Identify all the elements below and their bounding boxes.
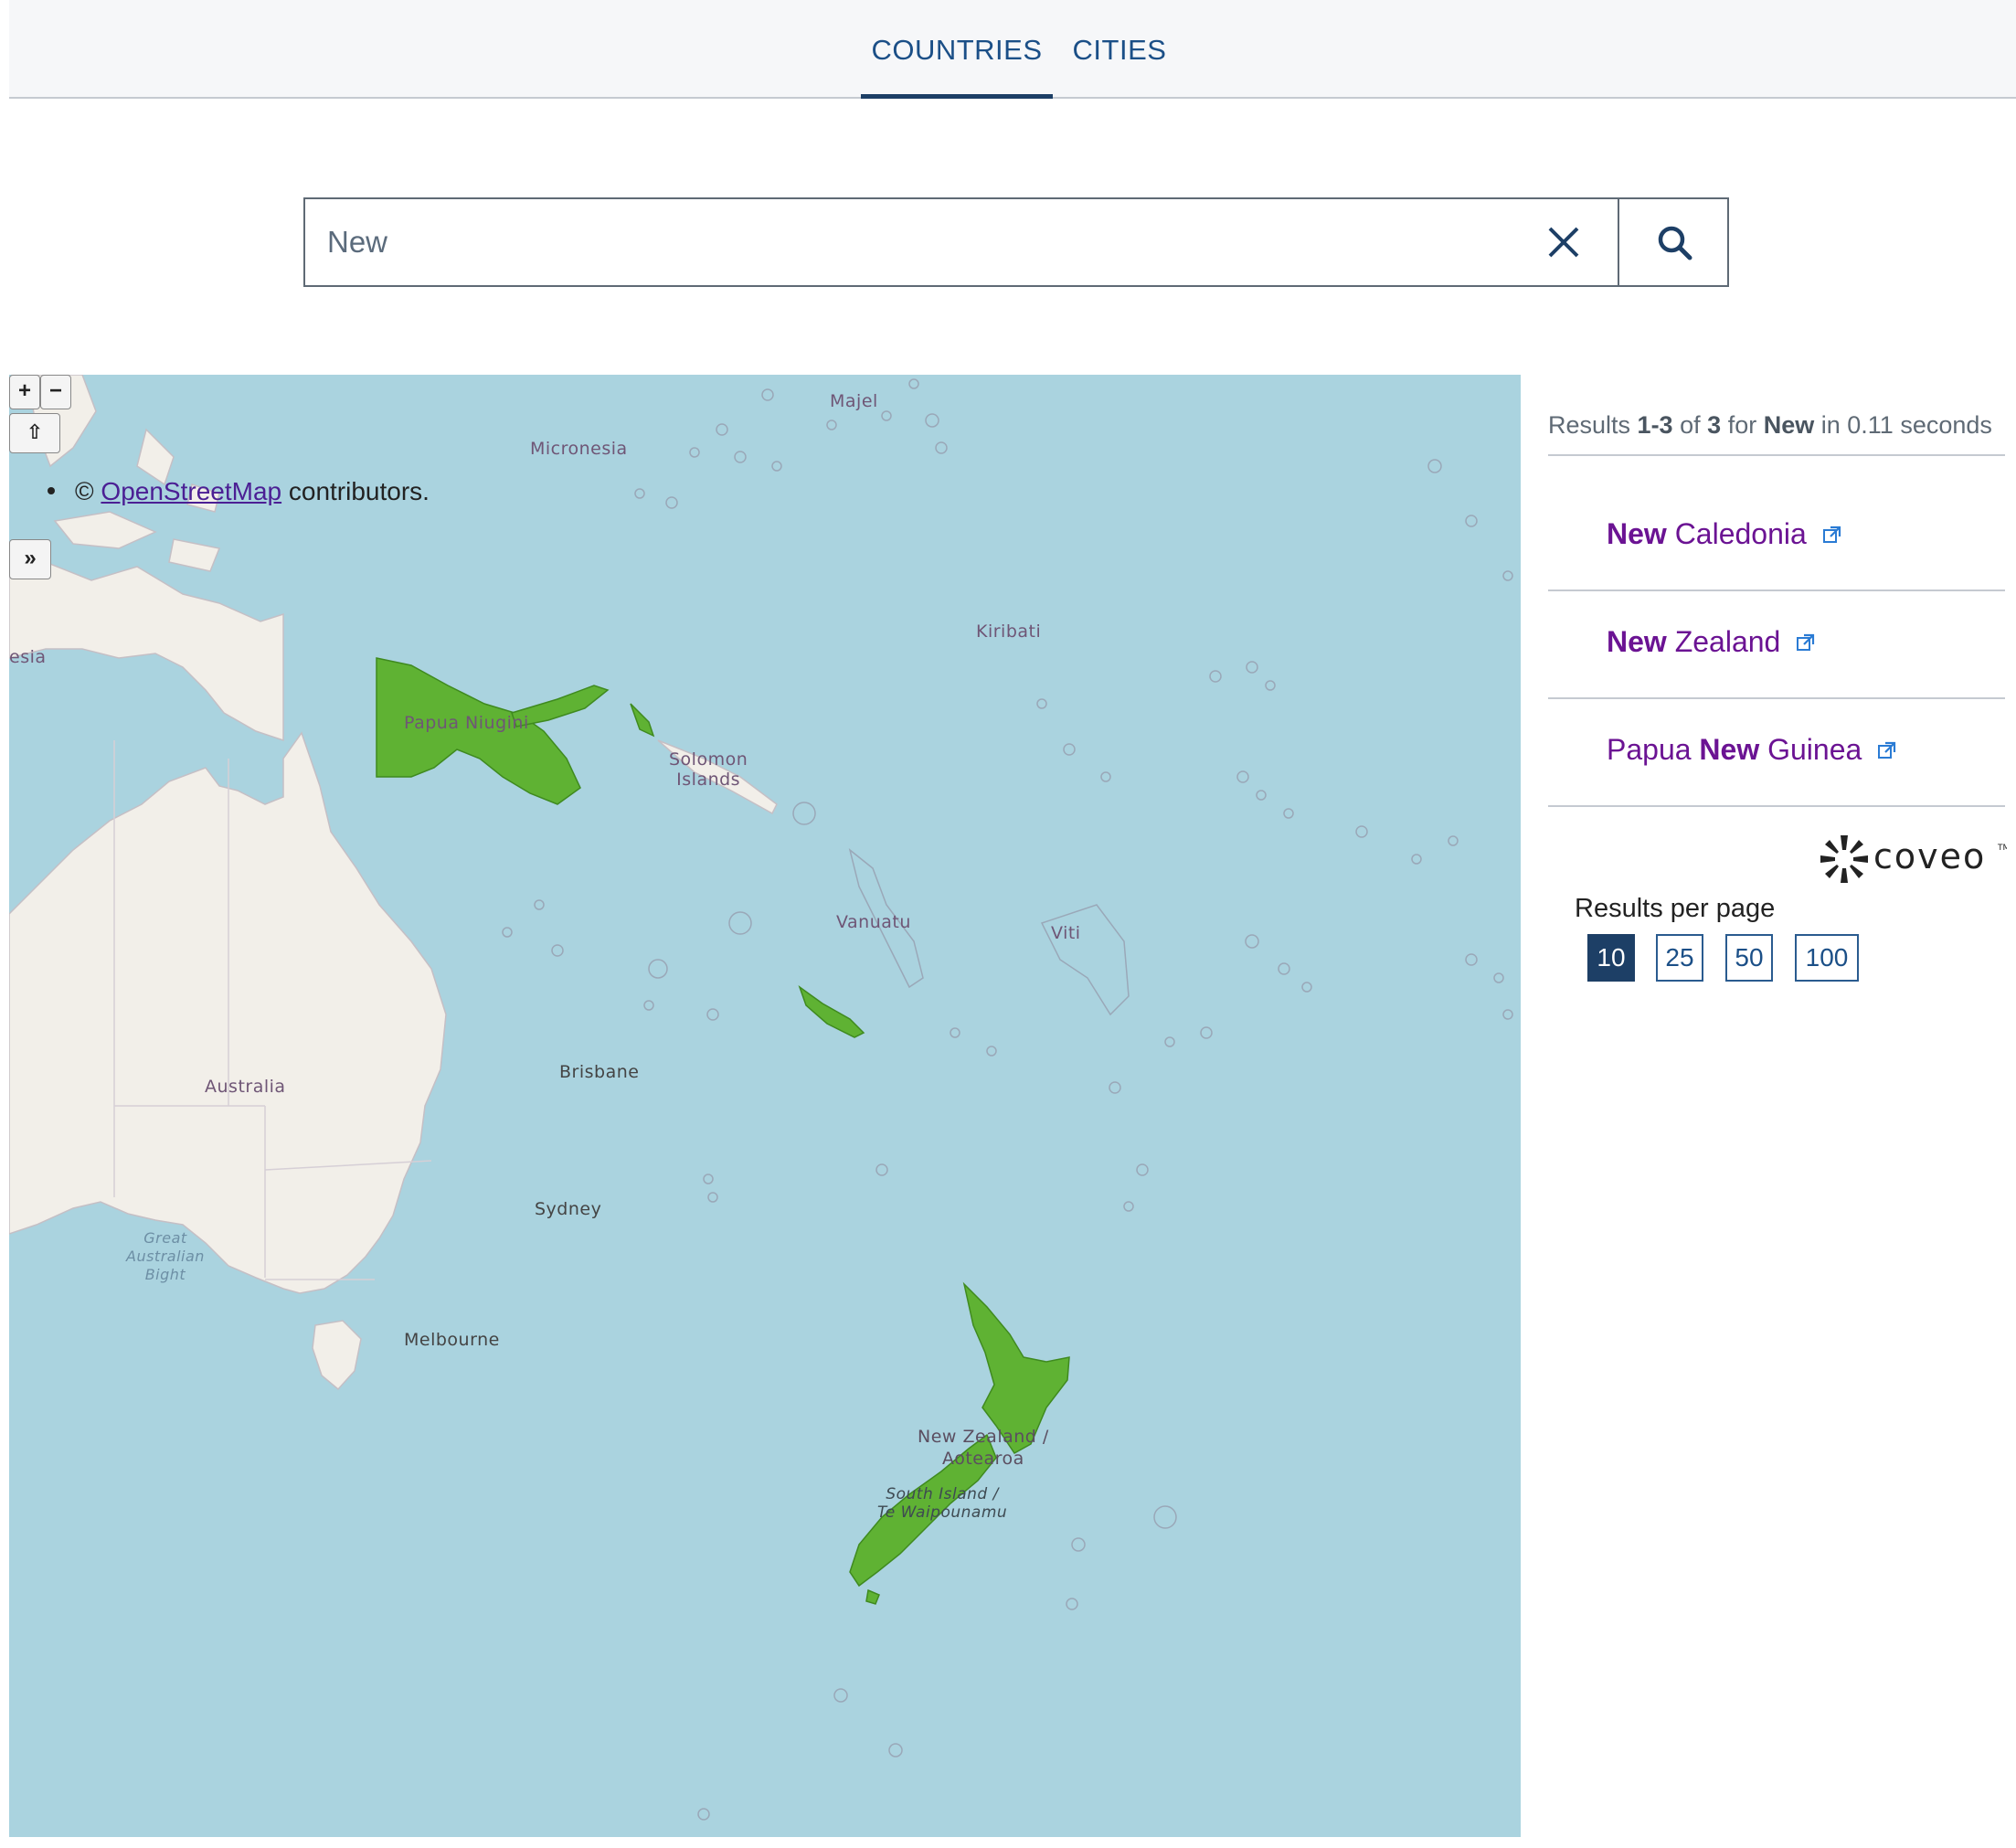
label-sydney: Sydney [535,1199,602,1219]
tasmania [312,1320,362,1391]
label-great-australian-bight: Great Australian Bight [126,1229,205,1283]
tab-cities[interactable]: CITIES [1069,0,1170,97]
divider [1548,589,2005,591]
copyright-symbol: © [75,477,94,505]
australia-landmass [9,731,447,1294]
svg-text:coveo: coveo [1873,836,1986,876]
expand-button[interactable]: » [9,539,51,579]
svg-text:TM: TM [1997,844,2007,853]
label-melbourne: Melbourne [404,1330,500,1350]
per-page-10-button[interactable]: 10 [1587,934,1635,982]
divider [1548,805,2005,807]
label-papua: Papua Niugini [404,713,529,733]
fiji [1040,904,1130,1016]
label-brisbane: Brisbane [559,1062,640,1082]
label-vanuatu: Vanuatu [836,912,911,932]
tab-countries[interactable]: COUNTRIES [861,0,1053,99]
map[interactable]: + − ⇧ » © OpenStreetMap contributors. Mi… [9,375,1521,1837]
atolls [502,378,1513,1821]
label-majel: Majel [830,391,878,411]
map-attribution: © OpenStreetMap contributors. [48,477,430,506]
label-kiribati: Kiribati [976,621,1042,642]
label-australia: Australia [205,1077,286,1097]
zoom-out-button[interactable]: − [40,375,71,409]
clear-search-button[interactable] [1541,219,1586,265]
external-link-icon [1797,633,1815,651]
coveo-logo: coveo TM [1819,834,2010,889]
home-button[interactable]: ⇧ [9,413,60,453]
per-page-25-button[interactable]: 25 [1656,934,1703,982]
search-input[interactable] [305,199,1512,285]
divider [1548,697,2005,699]
search-icon [1658,226,1692,260]
tab-bar: COUNTRIES CITIES [9,0,2016,99]
divider [1548,454,2005,456]
close-icon [1548,227,1579,258]
label-solomon-islands: Solomon Islands [669,749,748,790]
label-new-zealand: New Zealand / Aotearoa [918,1427,1049,1469]
external-link-icon [1878,741,1896,759]
result-link-new-caledonia[interactable]: New Caledonia [1607,517,1842,551]
attribution-suffix: contributors. [288,477,430,505]
map-base-layer [9,375,1513,1821]
label-indonesia-partial: esia [9,647,47,667]
new-caledonia [798,984,865,1038]
external-link-icon [1822,526,1841,543]
search-button[interactable] [1618,197,1729,287]
per-page-100-button[interactable]: 100 [1795,934,1859,982]
stewart-island [865,1588,880,1605]
search-box [303,197,1619,287]
result-link-papua-new-guinea[interactable]: Papua New Guinea [1607,733,1897,767]
label-viti: Viti [1051,923,1081,943]
per-page-50-button[interactable]: 50 [1725,934,1773,982]
bullet-icon [48,486,55,494]
label-south-island: South Island / Te Waipounamu [877,1485,1008,1522]
result-link-new-zealand[interactable]: New Zealand [1607,625,1816,659]
results-summary: Results 1-3 of 3 for New in 0.11 seconds [1548,411,1992,439]
openstreetmap-link[interactable]: OpenStreetMap [101,477,281,505]
indonesia-islands [9,561,284,742]
results-per-page-label: Results per page [1575,894,1776,923]
zoom-in-button[interactable]: + [9,375,40,409]
bougainville [630,703,655,738]
label-micronesia: Micronesia [530,439,628,459]
